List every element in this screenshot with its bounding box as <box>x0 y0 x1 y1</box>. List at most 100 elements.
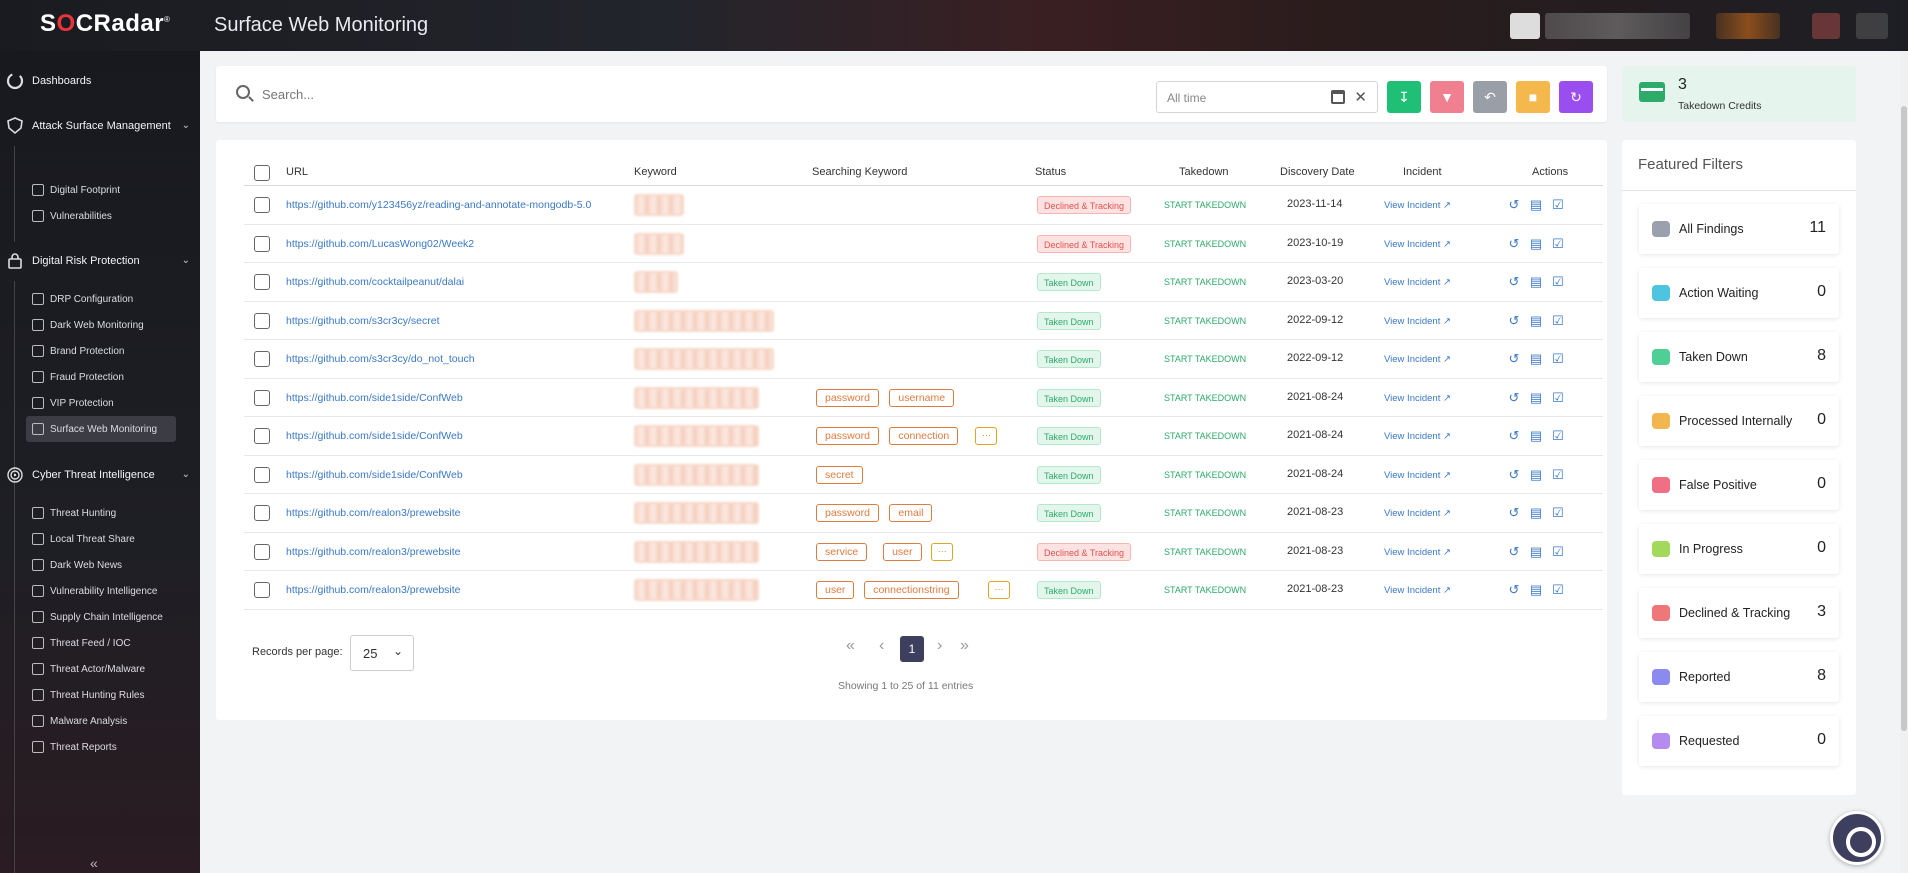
column-header-incident[interactable]: Incident <box>1403 166 1442 178</box>
note-button[interactable]: ■ <box>1516 81 1550 113</box>
start-takedown-button[interactable]: START TAKEDOWN <box>1164 393 1246 403</box>
row-checkbox[interactable] <box>254 197 270 213</box>
row-checkbox[interactable] <box>254 389 270 406</box>
next-page-icon[interactable]: › <box>937 637 942 655</box>
sidebar-item-vulnerabilities[interactable]: Vulnerabilities <box>26 203 176 229</box>
finding-url-link[interactable]: https://github.com/realon3/prewebsite <box>286 507 461 519</box>
start-takedown-button[interactable]: START TAKEDOWN <box>1164 508 1246 518</box>
approve-icon[interactable]: ☑ <box>1551 352 1565 366</box>
column-header-status[interactable]: Status <box>1035 166 1066 178</box>
comment-icon[interactable]: ▤ <box>1529 198 1543 212</box>
approve-icon[interactable]: ☑ <box>1551 236 1565 251</box>
sidebar-item-digital-footprint[interactable]: Digital Footprint <box>26 177 176 203</box>
column-header-takedown[interactable]: Takedown <box>1179 166 1229 178</box>
download-button[interactable]: ↧ <box>1387 81 1421 113</box>
start-takedown-button[interactable]: START TAKEDOWN <box>1164 585 1246 595</box>
finding-url-link[interactable]: https://github.com/s3cr3cy/secret <box>286 315 439 327</box>
sidebar-item-supply-chain-intelligence[interactable]: Supply Chain Intelligence <box>26 604 176 630</box>
undo-button[interactable]: ↶ <box>1473 81 1507 113</box>
start-takedown-button[interactable]: START TAKEDOWN <box>1164 547 1246 557</box>
sidebar-item-threat-hunting[interactable]: Threat Hunting <box>26 500 176 526</box>
sidebar-item-cyber-threat-intelligence[interactable]: Cyber Threat Intelligence ⌄ <box>0 459 200 491</box>
row-checkbox[interactable] <box>254 466 270 483</box>
sidebar-item-vulnerability-intelligence[interactable]: Vulnerability Intelligence <box>26 578 176 604</box>
false-positive-button[interactable]: ▼ <box>1430 81 1464 113</box>
finding-url-link[interactable]: https://github.com/y123456yz/reading-and… <box>286 199 591 211</box>
sidebar-item-dashboards[interactable]: Dashboards <box>0 65 200 97</box>
comment-icon[interactable]: ▤ <box>1529 313 1543 328</box>
approve-icon[interactable]: ☑ <box>1551 506 1565 520</box>
comment-icon[interactable]: ▤ <box>1529 544 1543 559</box>
approve-icon[interactable]: ☑ <box>1551 198 1565 212</box>
date-range-picker[interactable]: All time ✕ <box>1156 81 1378 113</box>
history-icon[interactable]: ↺ <box>1507 236 1521 251</box>
column-header-keyword[interactable]: Keyword <box>634 166 677 178</box>
history-icon[interactable]: ↺ <box>1507 544 1521 559</box>
sidebar-item-threat-feed[interactable]: Threat Feed / IOC <box>26 630 176 656</box>
start-takedown-button[interactable]: START TAKEDOWN <box>1164 470 1246 480</box>
comment-icon[interactable]: ▤ <box>1529 275 1543 289</box>
more-keywords-button[interactable]: ··· <box>988 581 1010 599</box>
collapse-sidebar-icon[interactable]: « <box>90 855 98 871</box>
scrollbar[interactable] <box>1900 51 1908 873</box>
search-input[interactable] <box>262 82 1062 106</box>
history-icon[interactable]: ↺ <box>1507 313 1521 328</box>
settings-icon[interactable] <box>1856 13 1888 39</box>
refresh-button[interactable]: ↻ <box>1559 81 1593 113</box>
user-avatar[interactable] <box>1510 13 1540 39</box>
finding-url-link[interactable]: https://github.com/LucasWong02/Week2 <box>286 238 474 250</box>
history-icon[interactable]: ↺ <box>1507 583 1521 597</box>
searching-keyword-tag[interactable]: connection <box>889 427 959 445</box>
sidebar-item-local-threat-share[interactable]: Local Threat Share <box>26 526 176 552</box>
first-page-icon[interactable]: « <box>846 637 855 655</box>
sidebar-item-threat-actor-malware[interactable]: Threat Actor/Malware <box>26 656 176 682</box>
view-incident-link[interactable]: View Incident ↗ <box>1384 316 1451 327</box>
view-incident-link[interactable]: View Incident ↗ <box>1384 277 1451 288</box>
sidebar-item-surface-web-monitoring[interactable]: Surface Web Monitoring <box>26 416 176 442</box>
searching-keyword-tag[interactable]: secret <box>816 465 863 484</box>
page-button-current[interactable]: 1 <box>900 636 924 662</box>
view-incident-link[interactable]: View Incident ↗ <box>1384 508 1451 519</box>
socradar-logo[interactable]: SOCRadar® <box>40 10 170 38</box>
finding-url-link[interactable]: https://github.com/side1side/ConfWeb <box>286 430 463 442</box>
row-checkbox[interactable] <box>254 543 270 560</box>
history-icon[interactable]: ↺ <box>1507 429 1521 443</box>
view-incident-link[interactable]: View Incident ↗ <box>1384 547 1451 558</box>
select-all-checkbox[interactable] <box>254 165 270 181</box>
company-selector[interactable] <box>1716 13 1780 39</box>
featured-filter-item[interactable]: Declined & Tracking 3 <box>1639 588 1839 638</box>
column-header-discovery-date[interactable]: Discovery Date <box>1280 166 1355 178</box>
sidebar-item-malware-analysis[interactable]: Malware Analysis <box>26 708 176 734</box>
sidebar-item-digital-risk[interactable]: Digital Risk Protection ⌄ <box>0 245 200 277</box>
sidebar-item-threat-hunting-rules[interactable]: Threat Hunting Rules <box>26 682 176 708</box>
sidebar-item-dark-web-monitoring[interactable]: Dark Web Monitoring <box>26 312 176 338</box>
searching-keyword-tag[interactable]: password <box>816 504 879 522</box>
approve-icon[interactable]: ☑ <box>1551 429 1565 443</box>
sidebar-item-threat-reports[interactable]: Threat Reports <box>26 734 176 760</box>
view-incident-link[interactable]: View Incident ↗ <box>1384 393 1451 404</box>
comment-icon[interactable]: ▤ <box>1529 506 1543 520</box>
featured-filter-item[interactable]: Taken Down 8 <box>1639 332 1839 382</box>
featured-filter-item[interactable]: In Progress 0 <box>1639 524 1839 574</box>
sidebar-item-vip-protection[interactable]: VIP Protection <box>26 390 176 416</box>
records-per-page-select[interactable]: 25 ⌄ <box>350 635 414 671</box>
row-checkbox[interactable] <box>254 505 270 521</box>
finding-url-link[interactable]: https://github.com/realon3/prewebsite <box>286 546 461 558</box>
last-page-icon[interactable]: » <box>960 637 969 655</box>
searching-keyword-tag[interactable]: service <box>816 542 868 561</box>
finding-url-link[interactable]: https://github.com/s3cr3cy/do_not_touch <box>286 353 475 365</box>
history-icon[interactable]: ↺ <box>1507 506 1521 520</box>
searching-keyword-tag[interactable]: user <box>883 542 922 561</box>
history-icon[interactable]: ↺ <box>1507 275 1521 289</box>
approve-icon[interactable]: ☑ <box>1551 390 1565 405</box>
comment-icon[interactable]: ▤ <box>1529 583 1543 597</box>
more-keywords-button[interactable]: ··· <box>931 542 954 561</box>
row-checkbox[interactable] <box>254 428 270 444</box>
view-incident-link[interactable]: View Incident ↗ <box>1384 354 1451 365</box>
approve-icon[interactable]: ☑ <box>1551 583 1565 597</box>
user-menu[interactable] <box>1545 13 1690 39</box>
history-icon[interactable]: ↺ <box>1507 352 1521 366</box>
sidebar-item-dark-web-news[interactable]: Dark Web News <box>26 552 176 578</box>
sidebar-item-fraud-protection[interactable]: Fraud Protection <box>26 364 176 390</box>
row-checkbox[interactable] <box>254 582 270 598</box>
